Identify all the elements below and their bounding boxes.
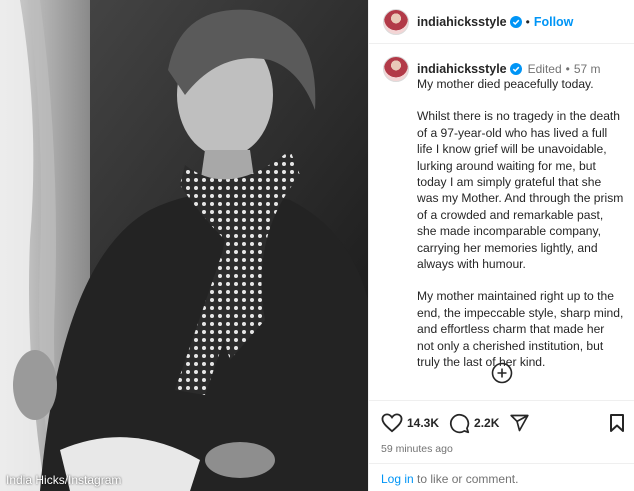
photo-credit: India Hicks/Instagram [6, 473, 122, 487]
separator-dot: • [565, 62, 570, 76]
caption-avatar[interactable] [383, 56, 409, 82]
heart-icon[interactable] [381, 413, 403, 433]
login-link[interactable]: Log in [381, 472, 414, 486]
post-age[interactable]: 57 m [574, 62, 601, 76]
verified-badge-icon [509, 15, 522, 28]
caption-paragraph: My mother maintained right up to the end… [417, 289, 624, 370]
post-side-panel: indiahicksstyle • Follow indiahicksstyle… [368, 0, 634, 491]
caption-username[interactable]: indiahicksstyle [417, 62, 507, 76]
avatar[interactable] [383, 8, 409, 35]
post-header: indiahicksstyle • Follow [369, 0, 634, 44]
caption-paragraph: My mother died peacefully today. [417, 77, 594, 91]
share-icon[interactable] [509, 413, 530, 433]
portrait-image [0, 0, 368, 491]
bookmark-icon[interactable] [609, 413, 625, 433]
edited-label: Edited [527, 62, 562, 76]
caption-text: My mother died peacefully today. Whilst … [417, 76, 624, 371]
comment-icon[interactable] [449, 413, 470, 434]
post-actions: 14.3K 2.2K 59 minutes ago [369, 400, 634, 455]
separator-dot: • [525, 14, 530, 29]
add-circle-icon[interactable] [491, 362, 513, 384]
post-photo: India Hicks/Instagram [0, 0, 368, 491]
action-bar: 14.3K 2.2K [381, 411, 625, 435]
header-username[interactable]: indiahicksstyle [417, 15, 507, 29]
post-timestamp: 59 minutes ago [381, 443, 453, 455]
verified-badge-icon [509, 63, 522, 75]
login-prompt-text: to like or comment. [413, 472, 519, 486]
caption: indiahicksstyle Edited • 57 m My mother … [369, 44, 634, 371]
like-count[interactable]: 14.3K [407, 416, 439, 430]
caption-paragraph: Whilst there is no tragedy in the death … [417, 109, 624, 272]
comment-count[interactable]: 2.2K [474, 416, 499, 430]
login-prompt: Log in to like or comment. [369, 463, 634, 491]
follow-button[interactable]: Follow [534, 15, 574, 29]
